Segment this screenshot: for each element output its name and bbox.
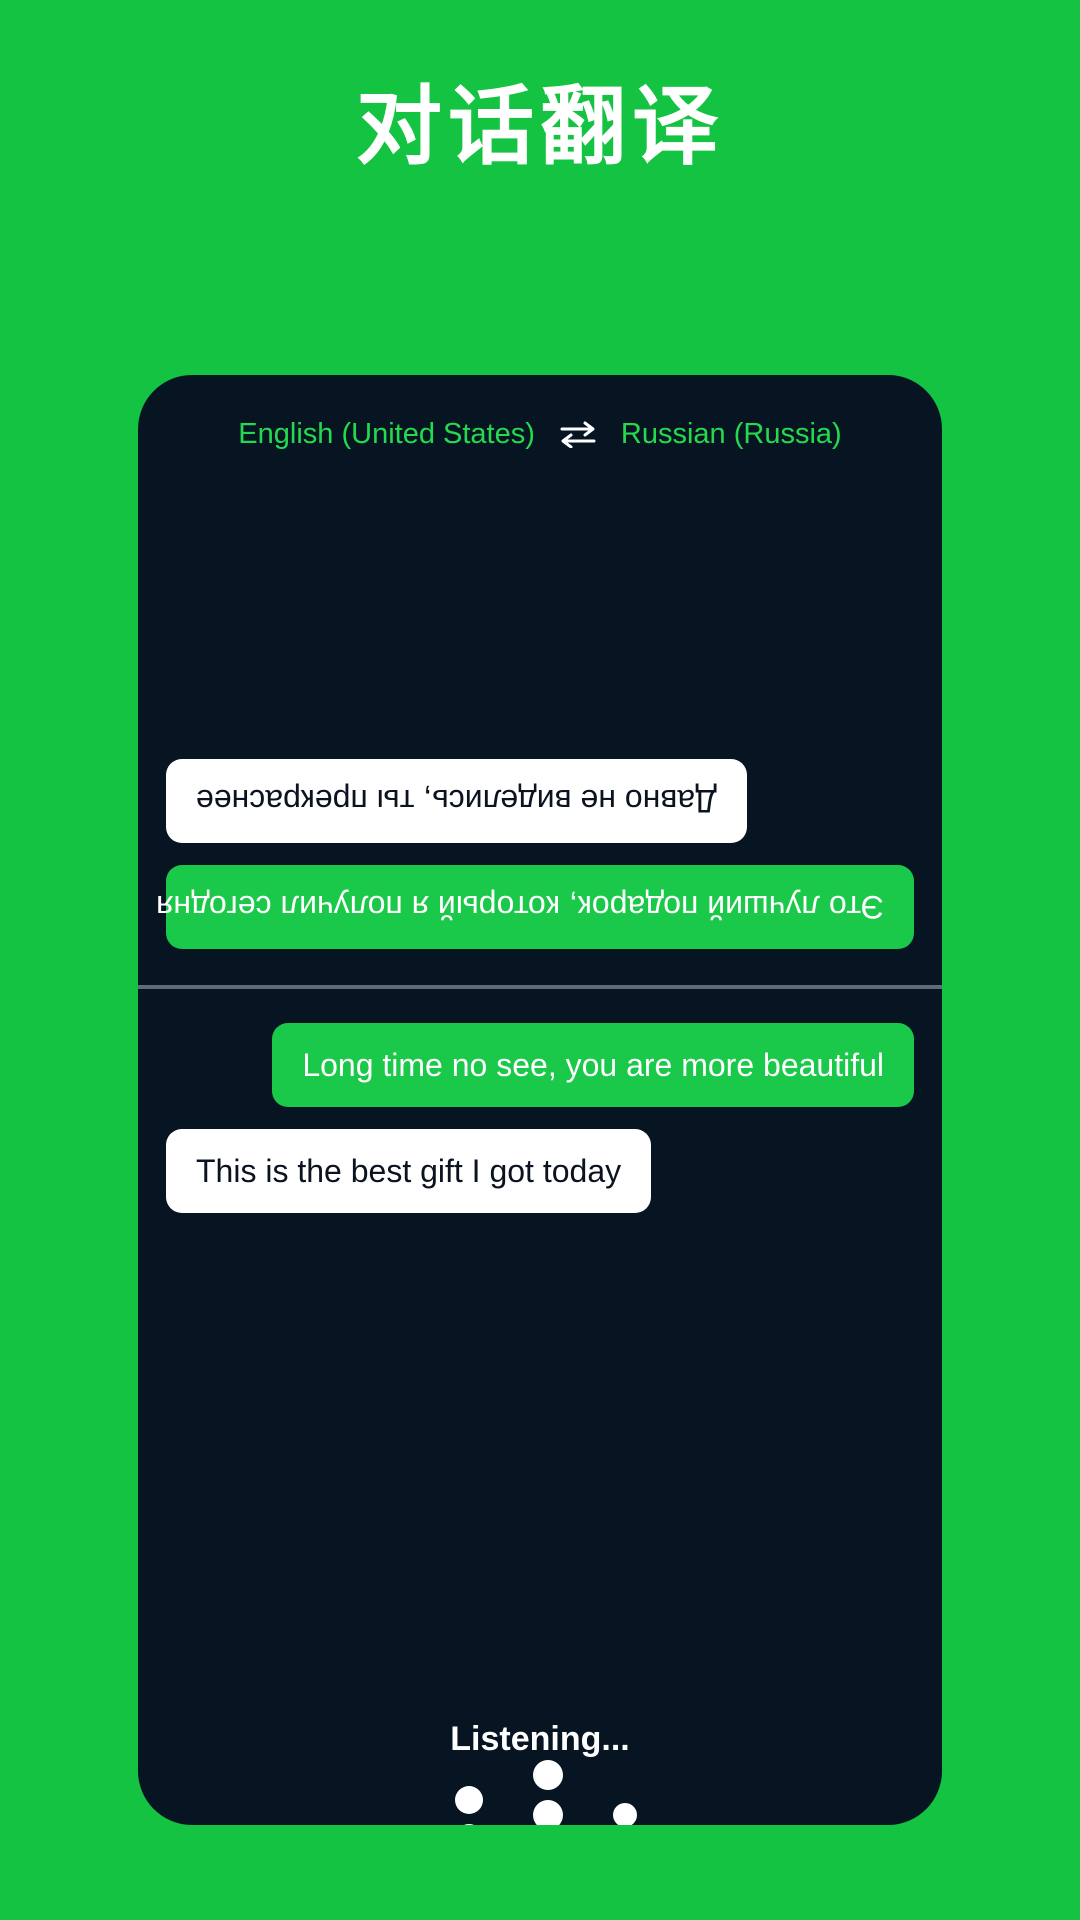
message-bubble-russian-white[interactable]: Давно не виделись, ты прекраснее xyxy=(166,759,747,843)
message-row: Long time no see, you are more beautiful xyxy=(166,1023,914,1107)
waveform-column xyxy=(454,1786,483,1825)
message-row: This is the best gift I got today xyxy=(166,1129,914,1213)
source-language-label[interactable]: English (United States) xyxy=(238,418,535,451)
message-bubble-english-white[interactable]: This is the best gift I got today xyxy=(166,1129,652,1213)
waveform-dot xyxy=(612,1803,637,1825)
message-row: Это лучший подарок, который я получил се… xyxy=(156,865,914,949)
waveform-dot xyxy=(532,1800,563,1825)
page-title: 对话翻译 xyxy=(356,77,724,177)
language-bar: English (United States) Russian (Russia) xyxy=(138,375,942,493)
swap-horizontal-icon[interactable] xyxy=(535,420,621,448)
message-row: Давно не виделись, ты прекраснее xyxy=(166,759,914,843)
target-language-label[interactable]: Russian (Russia) xyxy=(621,418,842,451)
waveform-dot xyxy=(454,1786,483,1814)
message-bubble-russian-green[interactable]: Это лучший подарок, который я получил се… xyxy=(156,865,914,949)
conversation-pane-bottom: Long time no see, you are more beautiful… xyxy=(138,989,942,1289)
waveform-column xyxy=(612,1803,637,1825)
waveform-dot xyxy=(532,1760,563,1790)
waveform-dot xyxy=(454,1824,483,1825)
waveform-column xyxy=(532,1760,563,1825)
listening-status-label: Listening... xyxy=(450,1720,630,1758)
phone-card: English (United States) Russian (Russia)… xyxy=(138,375,942,1825)
audio-waveform xyxy=(138,1760,942,1825)
conversation-pane-top: Это лучший подарок, который я получил се… xyxy=(138,493,942,983)
message-bubble-english-green[interactable]: Long time no see, you are more beautiful xyxy=(272,1023,914,1107)
